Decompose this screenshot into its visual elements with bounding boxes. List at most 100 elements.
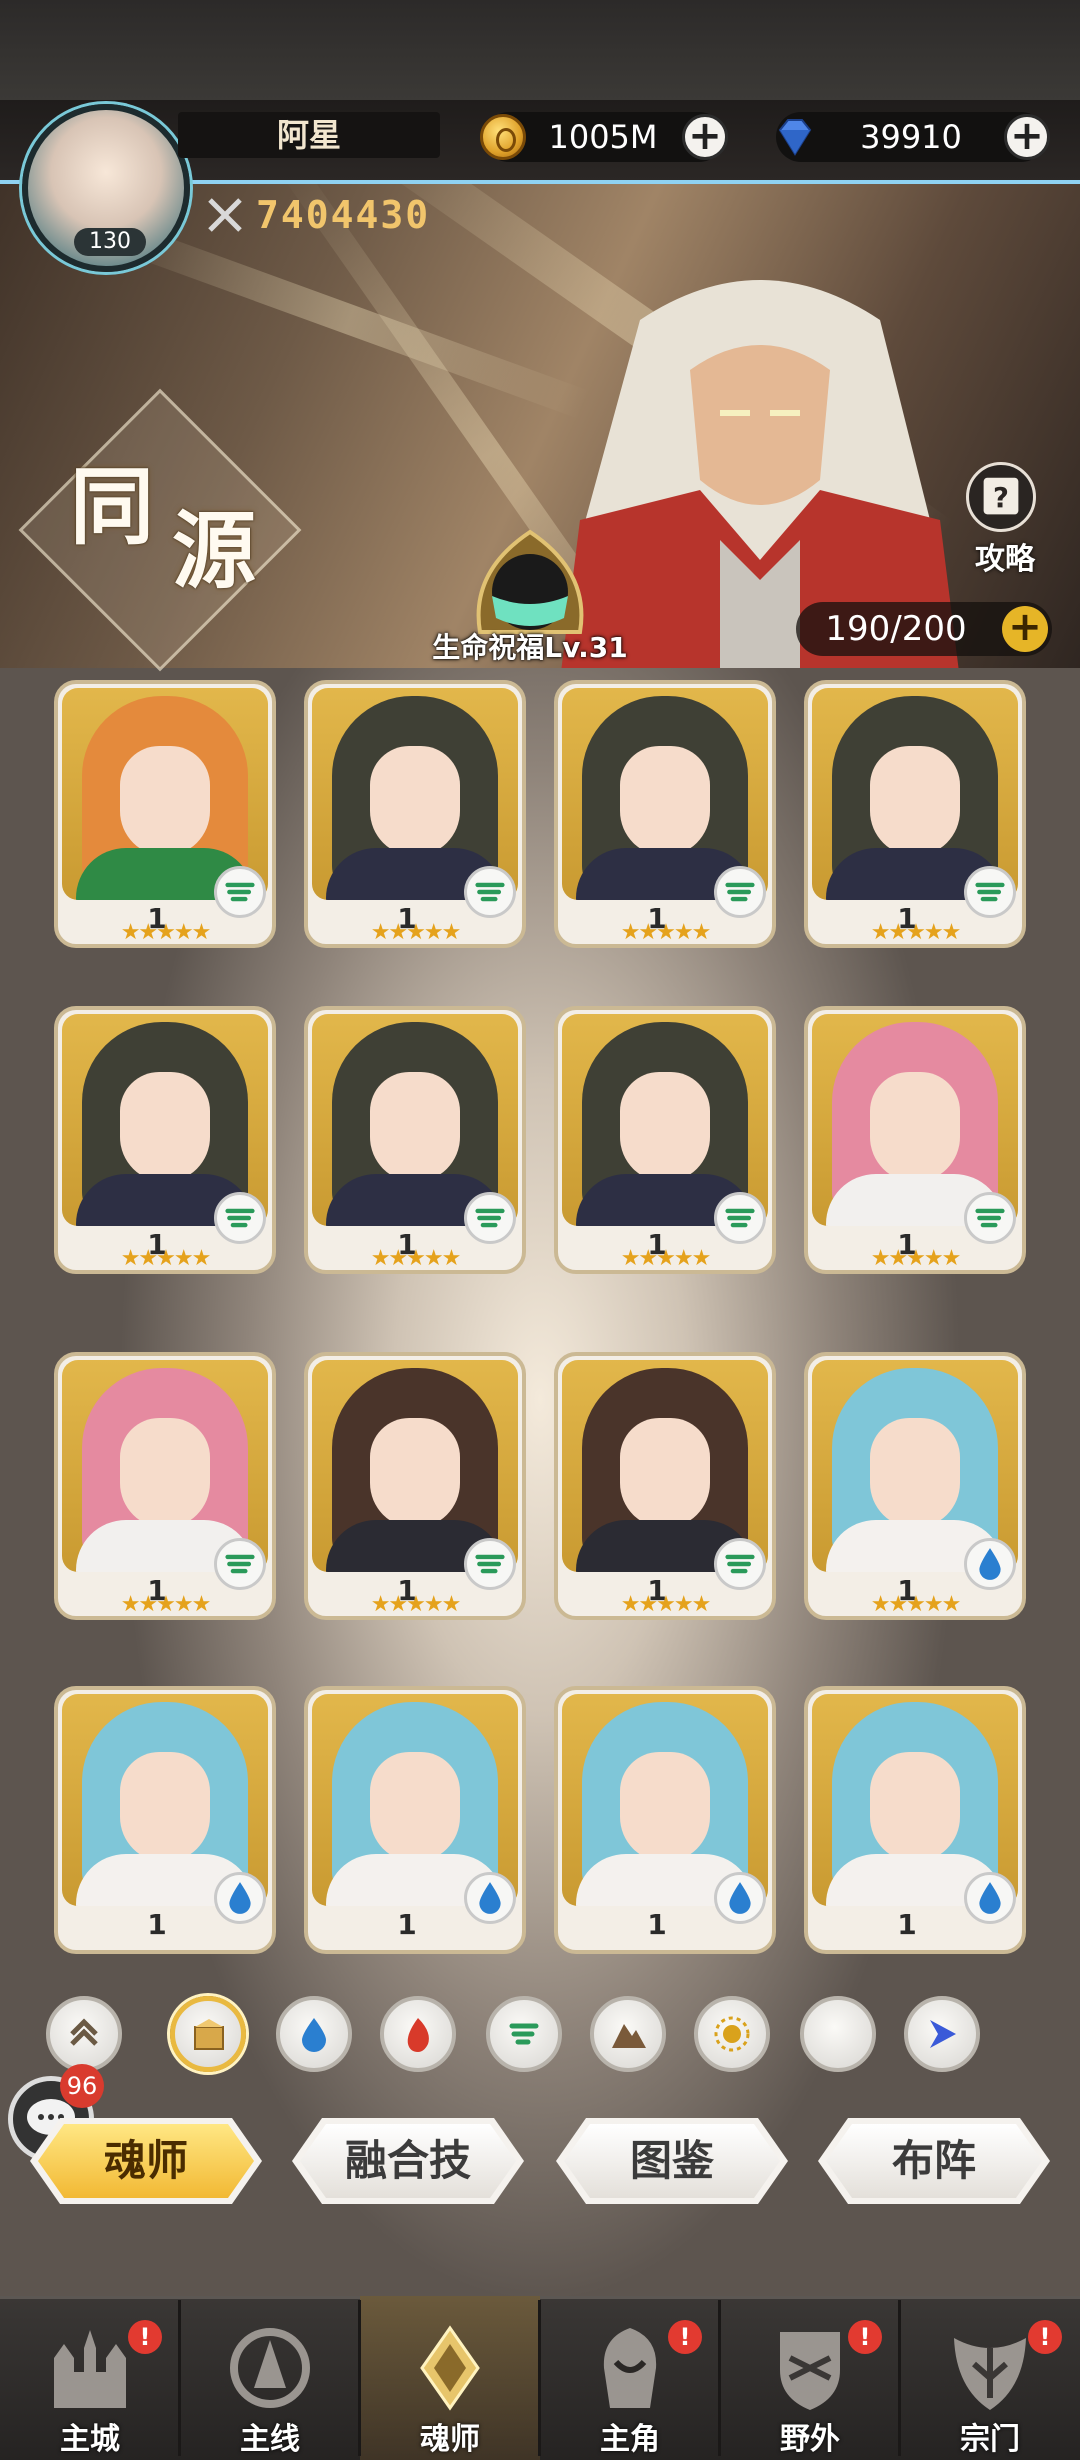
portrait-face (370, 746, 460, 856)
earth-filter-button[interactable] (590, 1996, 666, 2072)
dark-filter-button[interactable] (800, 1996, 876, 2072)
portrait-face (620, 1752, 710, 1862)
player-name: 阿星 (178, 112, 440, 158)
wind-element-icon (714, 1538, 766, 1590)
soul-master-card[interactable]: 1 (804, 1686, 1026, 1954)
nav-alert-badge: ! (1028, 2320, 1062, 2354)
water-element-icon (964, 1538, 1016, 1590)
fire-filter-button[interactable] (380, 1996, 456, 2072)
void-filter-button[interactable] (904, 1996, 980, 2072)
nav-label: 主线 (240, 2422, 300, 2457)
nav-label: 宗门 (960, 2422, 1020, 2457)
all-box-filter-button[interactable] (170, 1996, 246, 2072)
sort-rank-icon (70, 2018, 98, 2046)
card-level: 1 (897, 1908, 917, 1941)
sort-rank-filter-button[interactable] (46, 1996, 122, 2072)
nav-label: 野外 (780, 2422, 840, 2457)
wind-element-icon (714, 866, 766, 918)
card-stars: ★★★★★ (620, 1246, 712, 1271)
hero-icon (603, 2328, 657, 2408)
svg-text:?: ? (993, 483, 1009, 514)
expand-capacity-button[interactable]: + (1002, 606, 1048, 652)
add-diamond-button[interactable]: + (1004, 114, 1050, 160)
soul-master-card[interactable]: 1 (554, 1686, 776, 1954)
life-blessing-orb-icon[interactable] (460, 512, 600, 642)
soul-master-card[interactable]: 1 ★★★★★ (804, 1006, 1026, 1274)
nav-item-0[interactable]: 主城! (0, 2296, 180, 2460)
soul-master-card[interactable]: 1 ★★★★★ (554, 680, 776, 948)
guide-label: 攻略 (975, 542, 1035, 577)
nav-item-1[interactable]: 主线 (180, 2296, 360, 2460)
soul-master-card[interactable]: 1 (54, 1686, 276, 1954)
soul-master-card[interactable]: 1 ★★★★★ (54, 1006, 276, 1274)
water-element-icon (714, 1872, 766, 1924)
portrait-face (120, 1072, 210, 1182)
wind-element-icon (214, 866, 266, 918)
portrait-face (620, 1072, 710, 1182)
wind-filter-button[interactable] (486, 1996, 562, 2072)
nav-label: 主城 (60, 2422, 120, 2457)
nav-item-4[interactable]: 野外! (720, 2296, 900, 2460)
water-element-icon (214, 1872, 266, 1924)
nav-divider (898, 2300, 901, 2456)
soul-master-card[interactable]: 1 ★★★★★ (804, 680, 1026, 948)
tab-label: 融合技 (344, 2136, 471, 2185)
wind-element-icon (464, 1192, 516, 1244)
sect-icon (954, 2338, 1026, 2410)
capacity-counter: 190/200 + (796, 602, 1052, 656)
soul-master-card[interactable]: 1 ★★★★★ (304, 1352, 526, 1620)
dark-icon (830, 2020, 844, 2048)
diamond-value: 39910 (860, 118, 962, 156)
capacity-value: 190/200 (825, 609, 967, 649)
crossed-swords-icon (208, 198, 242, 232)
banner-title-char1: 同 (70, 457, 155, 556)
diamond-icon (778, 119, 812, 156)
add-gold-button[interactable]: + (682, 114, 728, 160)
nav-item-2[interactable]: 魂师 (360, 2296, 540, 2460)
portrait-face (870, 1072, 960, 1182)
soul-master-card[interactable]: 1 ★★★★★ (554, 1352, 776, 1620)
wind-element-icon (214, 1192, 266, 1244)
nav-item-3[interactable]: 主角! (540, 2296, 720, 2460)
card-stars: ★★★★★ (120, 920, 212, 945)
banner-title-char2: 源 (172, 501, 257, 600)
castle-icon (54, 2330, 126, 2408)
tab-label: 布阵 (891, 2136, 976, 2185)
soul-master-card[interactable]: 1 ★★★★★ (54, 680, 276, 948)
avatar-level: 130 (74, 228, 146, 256)
card-stars: ★★★★★ (870, 1592, 962, 1617)
tab-2[interactable]: 图鉴 (556, 2118, 788, 2204)
portrait-face (120, 1418, 210, 1528)
portrait-face (870, 1752, 960, 1862)
light-filter-button[interactable] (694, 1996, 770, 2072)
soul-master-card[interactable]: 1 ★★★★★ (804, 1352, 1026, 1620)
nav-alert-badge: ! (848, 2320, 882, 2354)
tab-3[interactable]: 布阵 (818, 2118, 1050, 2204)
soul-master-card[interactable]: 1 (304, 1686, 526, 1954)
soul-master-card[interactable]: 1 ★★★★★ (304, 680, 526, 948)
tab-0[interactable]: 魂师 (30, 2118, 262, 2204)
fire-icon (407, 2018, 429, 2052)
wind-element-icon (214, 1538, 266, 1590)
guide-button[interactable]: ? 攻略 (960, 462, 1050, 577)
nav-item-5[interactable]: 宗门! (900, 2296, 1080, 2460)
wind-element-icon (964, 866, 1016, 918)
soul-master-card[interactable]: 1 ★★★★★ (554, 1006, 776, 1274)
soul-master-card[interactable]: 1 ★★★★★ (54, 1352, 276, 1620)
water-filter-button[interactable] (276, 1996, 352, 2072)
wind-element-icon (464, 866, 516, 918)
portrait-face (370, 1418, 460, 1528)
nav-divider (358, 2300, 361, 2456)
tab-1[interactable]: 融合技 (292, 2118, 524, 2204)
nav-label: 魂师 (420, 2422, 480, 2457)
all-box-icon (194, 2019, 224, 2050)
soul-master-card[interactable]: 1 ★★★★★ (304, 1006, 526, 1274)
nav-alert-badge: ! (668, 2320, 702, 2354)
mainline-icon (230, 2328, 310, 2408)
card-level: 1 (147, 1908, 167, 1941)
diamond-counter: 39910 + (776, 112, 1050, 162)
portrait-face (870, 746, 960, 856)
field-icon (780, 2332, 840, 2410)
nav-label: 主角 (600, 2422, 660, 2457)
portrait-face (620, 1418, 710, 1528)
